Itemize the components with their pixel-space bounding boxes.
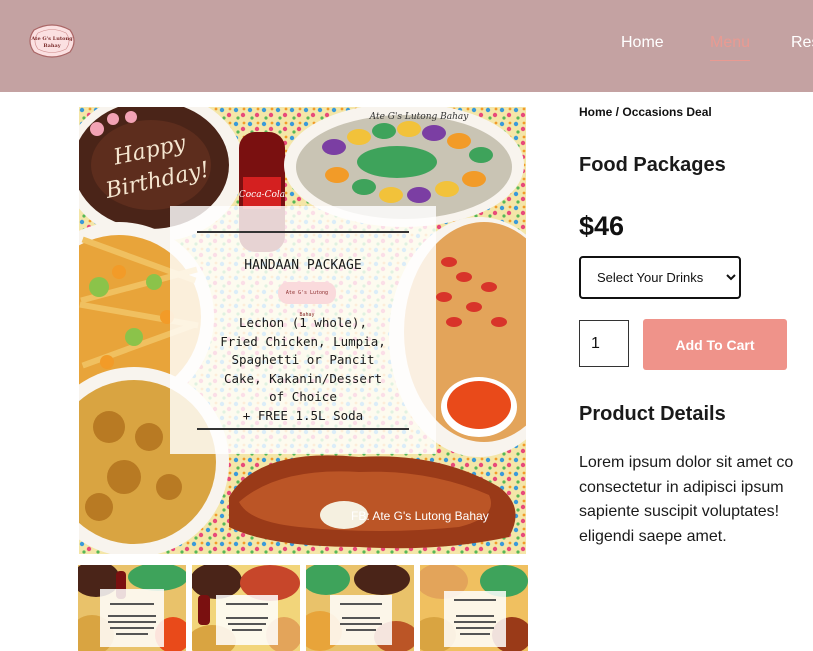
nav-res[interactable]: Res	[791, 34, 813, 52]
details-line: Lorem ipsum dolor sit amet co	[579, 454, 794, 471]
product-main-image[interactable]: Happy Birthday! Coca-Cola Ate G's Lutong…	[79, 107, 526, 554]
product-title: Food Packages	[579, 154, 726, 176]
product-price: $46	[579, 211, 625, 241]
breadcrumb-separator: /	[612, 105, 623, 119]
thumbnail-3[interactable]	[306, 565, 414, 651]
nav-home[interactable]: Home	[621, 34, 664, 52]
svg-text:Ate G's Lutong: Ate G's Lutong	[30, 36, 73, 42]
package-line: Spaghetti or Pancit	[231, 352, 375, 367]
details-line: consectetur in adipisci ipsum	[579, 478, 784, 496]
thumbnail-2[interactable]	[192, 565, 300, 651]
add-to-cart-button[interactable]: Add To Cart	[643, 319, 787, 370]
package-line: Cake, Kakanin/Dessert	[223, 370, 383, 386]
divider	[197, 428, 409, 430]
product-details-text: Lorem ipsum dolor sit amet co consectetu…	[579, 451, 813, 549]
drinks-select[interactable]: Select Your Drinks	[579, 256, 741, 299]
divider	[197, 231, 409, 233]
package-line: of Choice	[269, 389, 337, 404]
details-line: sapiente suscipit voluptates!	[579, 503, 780, 520]
package-logo: Ate G's Lutong Bahay	[278, 282, 336, 318]
svg-text:Coca-Cola: Coca-Cola	[239, 190, 285, 200]
breadcrumb: Home / Occasions Deal	[579, 105, 712, 119]
nav-menu[interactable]: Menu	[710, 34, 751, 61]
thumbnail-1[interactable]	[78, 565, 186, 651]
image-watermark: FB: Ate G's Lutong Bahay	[351, 509, 489, 523]
quantity-input[interactable]	[579, 320, 629, 367]
site-logo[interactable]: Ate G's Lutong Bahay	[28, 22, 76, 60]
breadcrumb-home[interactable]: Home	[579, 105, 612, 119]
package-title: HANDAAN PACKAGE	[244, 258, 362, 273]
svg-text:Ate G's Lutong Bahay: Ate G's Lutong Bahay	[369, 112, 470, 122]
package-items: Lechon (1 whole), Fried Chicken, Lumpia,…	[170, 314, 436, 425]
product-details-heading: Product Details	[579, 403, 726, 425]
svg-text:Bahay: Bahay	[43, 43, 61, 49]
package-info-card: HANDAAN PACKAGE Ate G's Lutong Bahay Lec…	[170, 206, 436, 454]
package-line: Fried Chicken, Lumpia,	[220, 333, 386, 349]
breadcrumb-current: Occasions Deal	[622, 105, 712, 119]
package-line: Lechon (1 whole),	[239, 315, 367, 330]
thumbnail-4[interactable]	[420, 565, 528, 651]
package-line: + FREE 1.5L Soda	[242, 407, 364, 423]
site-header: Ate G's Lutong Bahay Home Menu Res	[0, 0, 813, 92]
details-line: eligendi saepe amet.	[579, 527, 727, 545]
